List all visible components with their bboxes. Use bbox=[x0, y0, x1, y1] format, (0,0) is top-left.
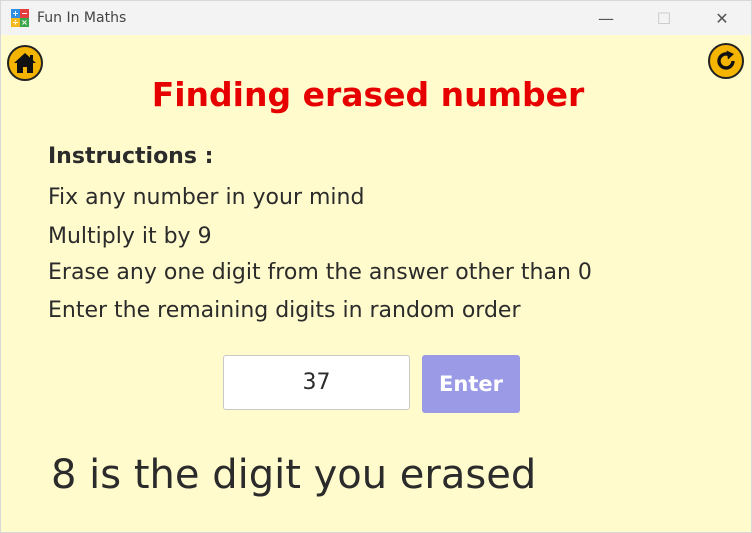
enter-button[interactable]: Enter bbox=[422, 355, 520, 413]
app-window: + − ÷ × Fun In Maths — ☐ ✕ Finding erase… bbox=[0, 0, 752, 533]
instruction-line: Enter the remaining digits in random ord… bbox=[48, 298, 521, 323]
maximize-button[interactable]: ☐ bbox=[635, 1, 693, 35]
refresh-icon bbox=[717, 50, 735, 70]
window-title: Fun In Maths bbox=[37, 10, 127, 26]
page-title: Finding erased number bbox=[151, 75, 585, 114]
app-icon: + − ÷ × bbox=[11, 9, 29, 27]
home-icon bbox=[14, 53, 36, 73]
title-bar: + − ÷ × Fun In Maths — ☐ ✕ bbox=[1, 1, 751, 35]
window-controls: — ☐ ✕ bbox=[577, 1, 751, 35]
instructions-title: Instructions : bbox=[48, 144, 214, 169]
instruction-line: Fix any number in your mind bbox=[48, 185, 365, 210]
digits-input[interactable] bbox=[223, 355, 410, 410]
instruction-line: Erase any one digit from the answer othe… bbox=[48, 260, 592, 285]
close-button[interactable]: ✕ bbox=[693, 1, 751, 35]
minimize-button[interactable]: — bbox=[577, 1, 635, 35]
result-text: 8 is the digit you erased bbox=[51, 452, 537, 498]
refresh-button[interactable] bbox=[708, 43, 744, 79]
instruction-line: Multiply it by 9 bbox=[48, 224, 212, 249]
